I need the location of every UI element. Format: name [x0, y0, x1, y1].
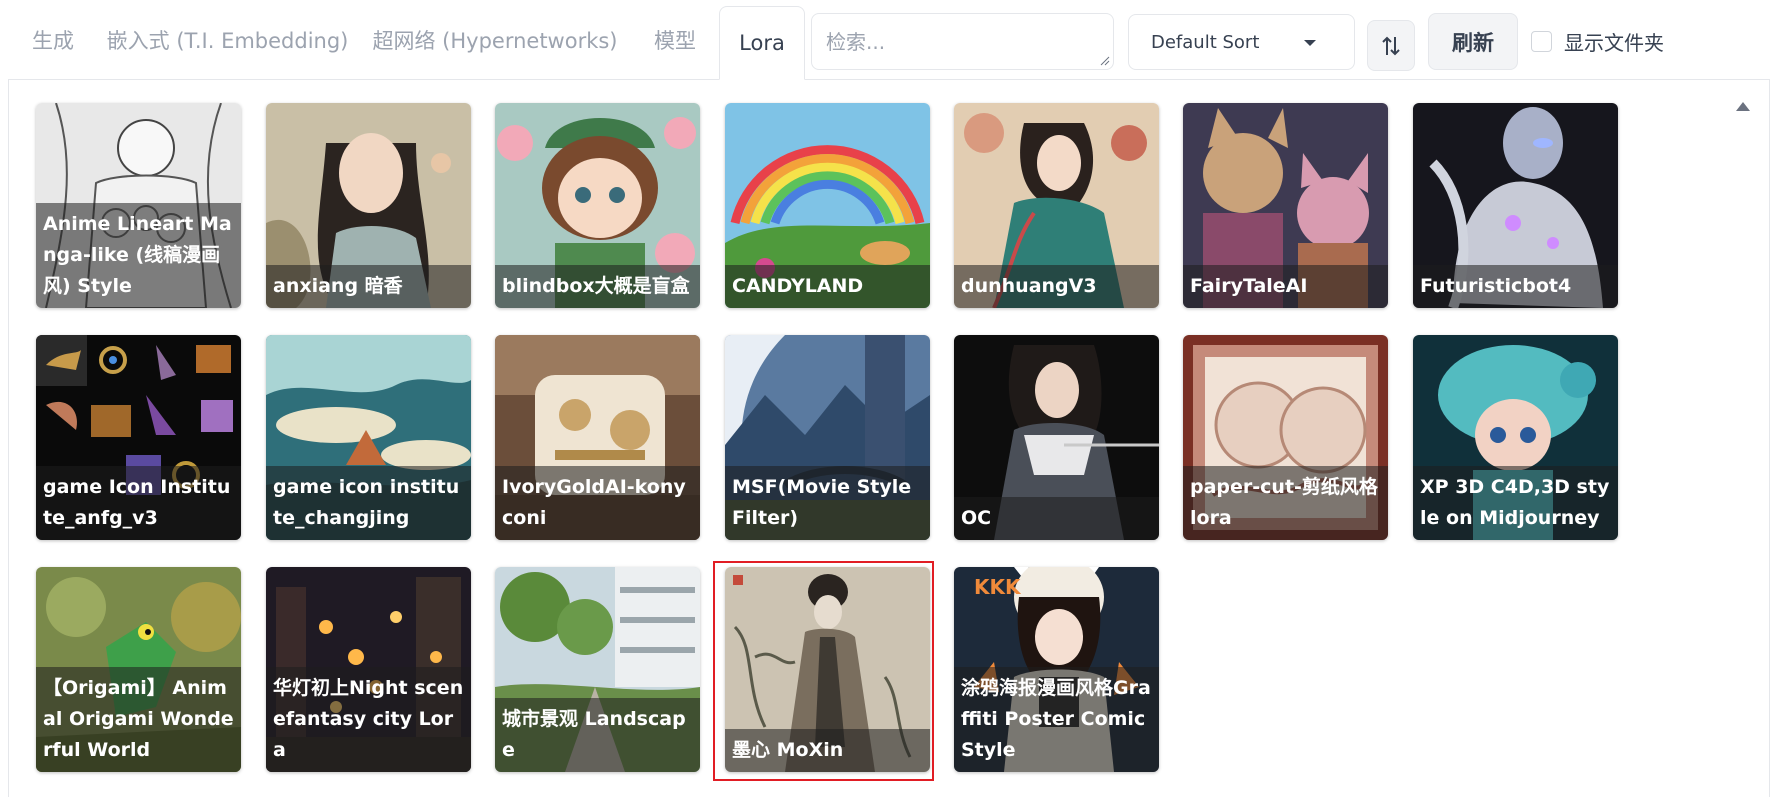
lora-card[interactable]: blindbox大概是盲盒 [495, 103, 700, 308]
chevron-down-icon [1304, 40, 1316, 46]
tab-hypernetworks[interactable]: 超网络 (Hypernetworks) [372, 0, 617, 79]
search-input[interactable] [811, 13, 1114, 70]
card-name: anxiang 暗香 [266, 265, 471, 308]
show-dirs-checkbox[interactable] [1531, 30, 1552, 52]
card-name: game icon institute_changjing [266, 466, 471, 540]
card-name: MSF(Movie Style Filter) [725, 466, 930, 540]
lora-card[interactable]: OC [954, 335, 1159, 540]
lora-card[interactable]: Anime Lineart Manga-like (线稿漫画风) Style [36, 103, 241, 308]
lora-card[interactable]: 【Origami】 Animal Origami Wonderful World [36, 567, 241, 772]
lora-card[interactable]: game Icon Institute_anfg_v3 [36, 335, 241, 540]
card-name: OC [954, 497, 1159, 540]
card-name: XP 3D C4D,3D style on Midjourney [1413, 466, 1618, 540]
tab-textual-inversion[interactable]: 嵌入式 (T.I. Embedding) [107, 0, 349, 79]
tab-checkpoints[interactable]: 模型 [640, 0, 710, 79]
lora-card[interactable]: FairyTaleAI [1183, 103, 1388, 308]
lora-card[interactable]: KKK 涂鸦海报漫画风格Graffiti Poster Comic Style [954, 567, 1159, 772]
tab-lora[interactable]: Lora [719, 6, 805, 80]
lora-card[interactable]: 华灯初上Night scenefantasy city Lora [266, 567, 471, 772]
card-name: 【Origami】 Animal Origami Wonderful World [36, 667, 241, 772]
card-name: 华灯初上Night scenefantasy city Lora [266, 667, 471, 772]
lora-card[interactable]: XP 3D C4D,3D style on Midjourney [1413, 335, 1618, 540]
swap-vertical-icon [1382, 36, 1400, 55]
lora-card[interactable]: 墨心 MoXin [725, 567, 930, 772]
card-name: Futuristicbot4 [1413, 265, 1618, 308]
lora-card[interactable]: Futuristicbot4 [1413, 103, 1618, 308]
sort-direction-button[interactable] [1367, 20, 1415, 71]
show-dirs-label: 显示文件夹 [1564, 30, 1664, 55]
scroll-up-icon[interactable] [1736, 102, 1750, 111]
card-name: dunhuangV3 [954, 265, 1159, 308]
card-name: IvoryGoldAI-konyconi [495, 466, 700, 540]
lora-card[interactable]: game icon institute_changjing [266, 335, 471, 540]
lora-card[interactable]: paper-cut-剪纸风格lora [1183, 335, 1388, 540]
lora-card[interactable]: IvoryGoldAI-konyconi [495, 335, 700, 540]
card-name: Anime Lineart Manga-like (线稿漫画风) Style [36, 203, 241, 308]
lora-card[interactable]: dunhuangV3 [954, 103, 1159, 308]
card-name: 城市景观 Landscape [495, 698, 700, 772]
card-name: game Icon Institute_anfg_v3 [36, 466, 241, 540]
card-name: FairyTaleAI [1183, 265, 1388, 308]
card-name: paper-cut-剪纸风格lora [1183, 466, 1388, 540]
sort-selected-value: Default Sort [1151, 31, 1260, 53]
lora-card[interactable]: MSF(Movie Style Filter) [725, 335, 930, 540]
lora-card[interactable]: anxiang 暗香 [266, 103, 471, 308]
lora-card[interactable]: 城市景观 Landscape [495, 567, 700, 772]
lora-card[interactable]: CANDYLAND [725, 103, 930, 308]
card-name: CANDYLAND [725, 265, 930, 308]
card-name: 涂鸦海报漫画风格Graffiti Poster Comic Style [954, 667, 1159, 772]
resize-grip-icon[interactable] [1100, 56, 1110, 66]
sort-dropdown[interactable]: Default Sort [1128, 14, 1355, 70]
card-name: blindbox大概是盲盒 [495, 265, 700, 308]
refresh-button[interactable]: 刷新 [1428, 13, 1518, 70]
show-dirs-toggle[interactable]: 显示文件夹 [1531, 27, 1664, 55]
card-name: 墨心 MoXin [725, 729, 930, 772]
thumb-kkk-text: KKK [974, 575, 1022, 599]
tab-generate[interactable]: 生成 [8, 0, 98, 79]
